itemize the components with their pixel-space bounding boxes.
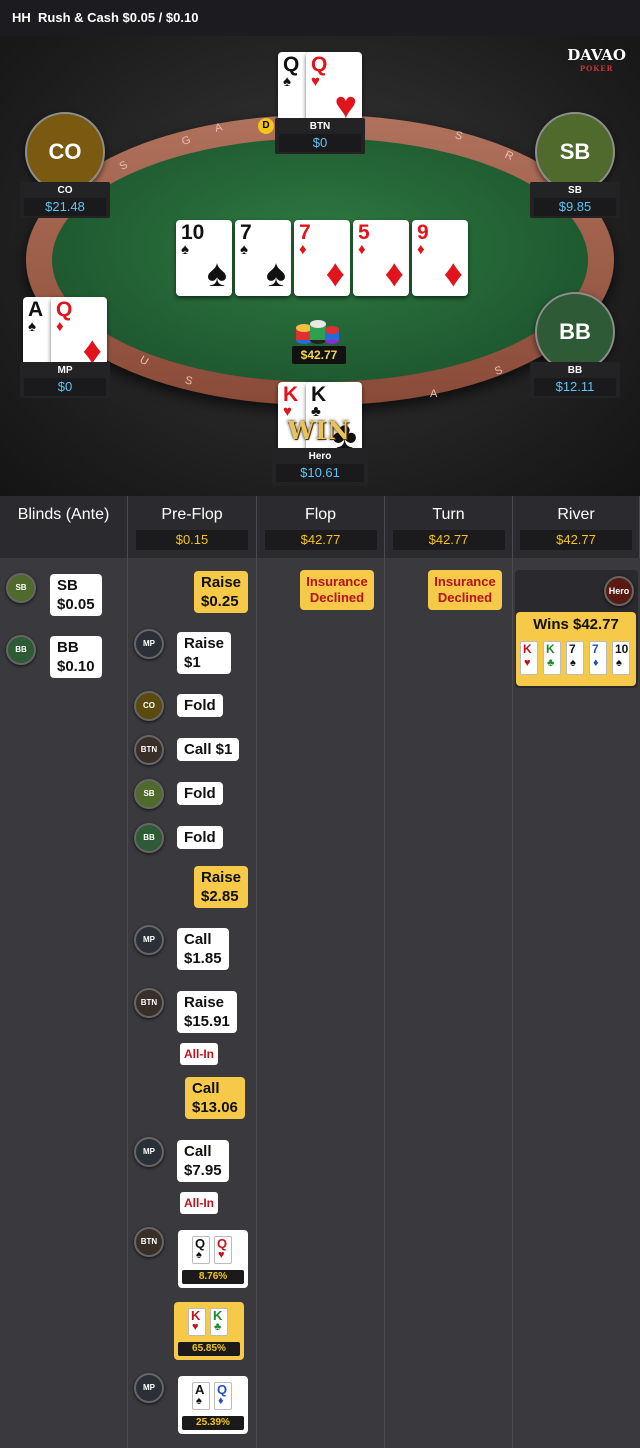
river-mini-card: 10 ♠ (612, 641, 630, 675)
street-pot: $42.77 (520, 530, 632, 550)
seat-co[interactable]: CO (25, 112, 105, 192)
equity-percent: 8.76% (182, 1270, 244, 1284)
title-bar: HH Rush & Cash $0.05 / $0.10 (0, 0, 640, 36)
hand-history-label: HH (12, 10, 31, 25)
river-result-text: Wins $42.77 (533, 616, 619, 633)
mini-card: A ♠ (192, 1382, 210, 1410)
position-avatar-mp: MP (134, 1373, 164, 1403)
board-card: 10 ♠ ♠ (176, 220, 232, 296)
action-bubble: Call $1.85 (177, 928, 229, 970)
street-header-turn[interactable]: Turn $42.77 (385, 496, 513, 558)
position-avatar-bb: BB (134, 823, 164, 853)
action-bubble: SB $0.05 (50, 574, 102, 616)
street-pot: $42.77 (264, 530, 377, 550)
equity-percent: 65.85% (178, 1342, 240, 1356)
seat-bb-plate: BB $12.11 (530, 362, 620, 398)
river-column (513, 558, 640, 1448)
street-name: River (557, 506, 595, 523)
flop-column (257, 558, 385, 1448)
blinds-column (0, 558, 128, 1448)
river-mini-card: K ♣ (543, 641, 561, 675)
action-bubble: BB $0.10 (50, 636, 102, 678)
street-pot: $0.15 (136, 530, 248, 550)
river-mini-card: 7 ♠ (566, 641, 584, 675)
btn-card: Q ♥ ♥ (306, 52, 362, 128)
street-name: Flop (304, 506, 337, 523)
position-avatar-co: CO (134, 691, 164, 721)
turn-column (385, 558, 513, 1448)
action-bubble: Fold (177, 694, 223, 717)
seat-sb[interactable]: SB (535, 112, 615, 192)
position-avatar-mp: MP (134, 629, 164, 659)
board-card: 7 ♦ ♦ (294, 220, 350, 296)
flop-insurance-badge: Insurance Declined (300, 570, 374, 610)
all-in-badge: All-In (180, 1192, 218, 1214)
equity-box: A ♠ Q ♦ 25.39% (178, 1376, 248, 1434)
seat-btn-plate: BTN $0 (275, 118, 365, 154)
chip-stack-icon (292, 318, 340, 346)
position-avatar-mp: MP (134, 925, 164, 955)
equity-box: K ♥ K ♣ 65.85% (174, 1302, 244, 1360)
win-banner: WIN (287, 416, 351, 445)
position-avatar-btn: BTN (134, 988, 164, 1018)
board-card: 5 ♦ ♦ (353, 220, 409, 296)
pot-amount: $42.77 (292, 346, 346, 364)
position-avatar-bb: BB (6, 635, 36, 665)
seat-hero-plate: Hero $10.61 (272, 448, 368, 486)
board-card: 9 ♦ ♦ (412, 220, 468, 296)
action-bubble: Raise $1 (177, 632, 232, 674)
davao-logo: DAVAO POKER (567, 46, 626, 74)
mini-card: Q ♦ (214, 1382, 232, 1410)
river-mini-card: K ♥ (520, 641, 538, 675)
mini-card: Q ♠ (192, 1236, 210, 1264)
seat-mp-plate: MP $0 (20, 362, 110, 398)
action-bubble: Raise $15.91 (177, 991, 237, 1033)
street-name: Pre-Flop (161, 506, 223, 523)
mini-card: Q ♥ (214, 1236, 232, 1264)
game-title: Rush & Cash $0.05 / $0.10 (38, 10, 199, 25)
position-avatar-mp: MP (134, 1137, 164, 1167)
action-bubble: Call $13.06 (185, 1077, 245, 1119)
hero-avatar: Hero (604, 576, 634, 606)
street-name: Blinds (Ante) (17, 506, 110, 523)
seat-bb[interactable]: BB (535, 292, 615, 372)
dealer-button: D (258, 118, 274, 134)
action-bubble: Raise $2.85 (194, 866, 249, 908)
river-mini-card: 7 ♦ (589, 641, 607, 675)
seat-co-plate: CO $21.48 (20, 182, 110, 218)
position-avatar-btn: BTN (134, 735, 164, 765)
position-avatar-sb: SB (6, 573, 36, 603)
mini-card: K ♥ (188, 1308, 206, 1336)
equity-percent: 25.39% (182, 1416, 244, 1430)
board-card: 7 ♠ ♠ (235, 220, 291, 296)
action-bubble: Call $7.95 (177, 1140, 229, 1182)
street-header-flop[interactable]: Flop $42.77 (257, 496, 385, 558)
mini-card: K ♣ (210, 1308, 228, 1336)
street-name: Turn (432, 506, 465, 523)
street-header-pre-flop[interactable]: Pre-Flop $0.15 (128, 496, 257, 558)
seat-sb-plate: SB $9.85 (530, 182, 620, 218)
action-bubble: Call $1 (177, 738, 240, 761)
all-in-badge: All-In (180, 1043, 218, 1065)
turn-insurance-badge: Insurance Declined (428, 570, 502, 610)
action-bubble: Raise $0.25 (194, 571, 249, 613)
position-avatar-btn: BTN (134, 1227, 164, 1257)
action-bubble: Fold (177, 826, 223, 849)
action-bubble: Fold (177, 782, 223, 805)
position-avatar-sb: SB (134, 779, 164, 809)
street-header-river[interactable]: River $42.77 (513, 496, 640, 558)
equity-box: Q ♠ Q ♥ 8.76% (178, 1230, 248, 1288)
street-pot: $42.77 (392, 530, 505, 550)
street-header-blinds-ante-[interactable]: Blinds (Ante) (0, 496, 128, 558)
